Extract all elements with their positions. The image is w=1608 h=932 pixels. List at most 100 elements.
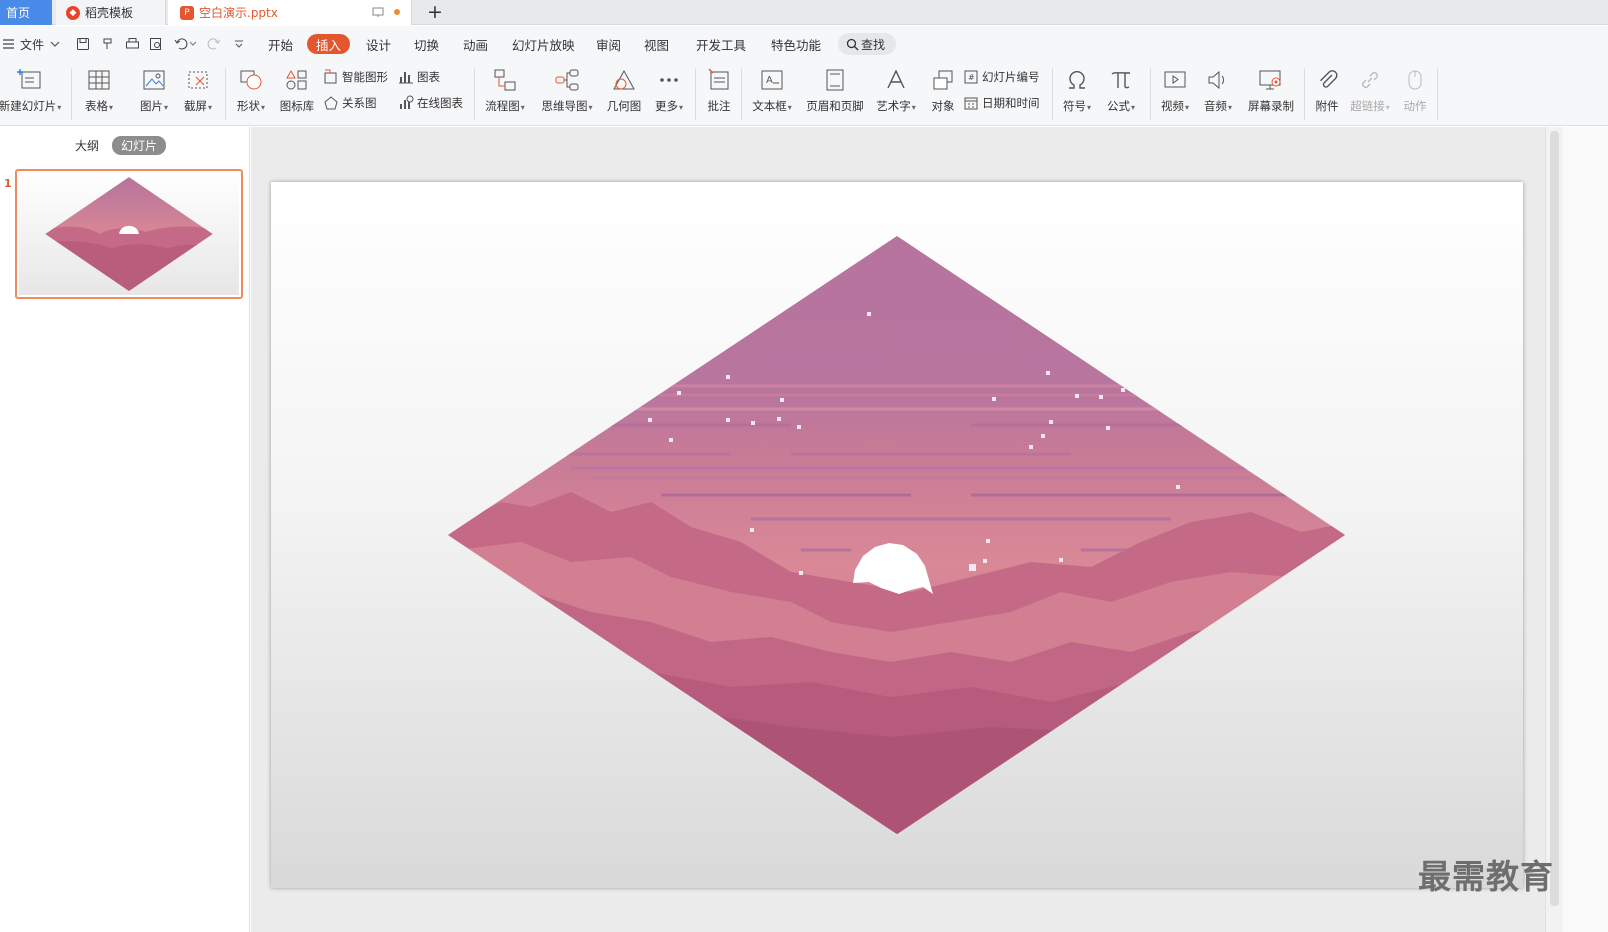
action-button[interactable]: 动作 [1398, 66, 1432, 122]
slide-thumbnail[interactable] [15, 169, 243, 299]
geometry-label: 几何图 [606, 99, 642, 113]
tab-insert[interactable]: 插入 [307, 34, 351, 54]
chevron-down-icon [50, 41, 60, 47]
tab-template[interactable]: ◆ 稻壳模板 [56, 0, 166, 25]
table-icon [85, 66, 113, 94]
scrollbar-thumb[interactable] [1550, 131, 1559, 906]
shape-label: 形状 [236, 99, 260, 113]
format-painter-icon[interactable] [99, 35, 117, 53]
header-footer-label: 页眉和页脚 [806, 99, 864, 113]
new-slide-button[interactable]: 新建幻灯片▾ [0, 66, 64, 122]
relation-chart-button[interactable]: 关系图 [323, 93, 377, 113]
tab-animation[interactable]: 动画 [454, 34, 497, 54]
slides-tab[interactable]: 幻灯片 [112, 136, 167, 155]
shape-button[interactable]: 形状▾ [232, 66, 270, 122]
icon-library-button[interactable]: 图标库 [277, 66, 317, 122]
more-icon [655, 66, 683, 94]
geometry-button[interactable]: 几何图 [603, 66, 645, 122]
tab-review[interactable]: 审阅 [587, 34, 630, 54]
textbox-label: 文本框 [752, 99, 787, 113]
save-icon[interactable] [74, 35, 92, 53]
flowchart-button[interactable]: 流程图▾ [482, 66, 528, 122]
mindmap-button[interactable]: 思维导图▾ [538, 66, 596, 122]
table-label: 表格 [84, 99, 108, 113]
textbox-button[interactable]: A 文本框▾ [749, 66, 795, 122]
diamond-sky-image[interactable] [271, 182, 1523, 888]
slide-number: 1 [4, 177, 12, 190]
video-label: 视频 [1160, 99, 1184, 113]
datetime-button[interactable]: 日期和时间 [963, 93, 1040, 113]
comment-label: 批注 [707, 99, 731, 113]
slide-canvas[interactable] [271, 182, 1523, 888]
tab-template-label: 稻壳模板 [85, 6, 134, 20]
audio-button[interactable]: 音频▾ [1199, 66, 1237, 122]
ribbon-separator [474, 68, 475, 120]
chart-icon [398, 69, 414, 85]
relation-chart-icon [323, 95, 339, 111]
tab-features[interactable]: 特色功能 [762, 34, 830, 54]
picture-button[interactable]: 图片▾ [134, 66, 174, 122]
attachment-label: 附件 [1315, 99, 1339, 113]
svg-text:A: A [766, 75, 773, 86]
smart-shape-label: 智能图形 [342, 70, 388, 84]
screen-record-icon [1257, 66, 1285, 94]
monitor-icon[interactable] [372, 6, 384, 18]
more-button[interactable]: 更多▾ [650, 66, 688, 122]
tab-slideshow[interactable]: 幻灯片放映 [503, 34, 584, 54]
tab-view[interactable]: 视图 [635, 34, 678, 54]
online-chart-button[interactable]: 在线图表 [398, 93, 463, 113]
view-switch: 大纲 幻灯片 [66, 136, 170, 155]
print-icon[interactable] [123, 35, 141, 53]
flowchart-label: 流程图 [485, 99, 520, 113]
tab-transition[interactable]: 切换 [405, 34, 448, 54]
tab-start[interactable]: 开始 [259, 34, 302, 54]
ribbon-separator [1150, 68, 1151, 120]
tab-developer[interactable]: 开发工具 [687, 34, 755, 54]
file-menu-label: 文件 [20, 37, 45, 52]
video-button[interactable]: 视频▾ [1156, 66, 1194, 122]
screen-record-button[interactable]: 屏幕录制 [1245, 66, 1297, 122]
audio-label: 音频 [1203, 99, 1227, 113]
slide-number-icon: # [963, 69, 979, 85]
wordart-button[interactable]: 艺术字▾ [873, 66, 919, 122]
search-label: 查找 [861, 37, 886, 52]
attachment-button[interactable]: 附件 [1310, 66, 1344, 122]
redo-icon[interactable] [205, 35, 223, 53]
tab-design[interactable]: 设计 [357, 34, 400, 54]
header-footer-button[interactable]: 页眉和页脚 [804, 66, 866, 122]
mindmap-icon [553, 66, 581, 94]
chart-label: 图表 [417, 70, 440, 84]
undo-dropdown-icon[interactable] [188, 35, 198, 53]
unsaved-dot-icon [394, 9, 400, 15]
chart-button[interactable]: 图表 [398, 67, 440, 87]
new-tab-button[interactable]: + [424, 1, 446, 23]
slide-number-button[interactable]: # 幻灯片编号 [963, 67, 1040, 87]
icon-library-icon [283, 66, 311, 94]
geometry-icon [610, 66, 638, 94]
comment-button[interactable]: 批注 [702, 66, 736, 122]
screenshot-button[interactable]: 截屏▾ [178, 66, 218, 122]
symbol-button[interactable]: 符号▾ [1058, 66, 1096, 122]
file-menu[interactable]: 文件 [0, 34, 60, 54]
wps-presentation-window: 首页 ◆ 稻壳模板 P 空白演示.pptx + 文件 开始 插入 设计 切换 动… [0, 0, 1608, 932]
hyperlink-button[interactable]: 超链接▾ [1347, 66, 1393, 122]
search-button[interactable]: 查找 [838, 33, 896, 55]
outline-tab[interactable]: 大纲 [66, 136, 108, 155]
tab-home[interactable]: 首页 [0, 0, 52, 25]
speaker-icon [1204, 66, 1232, 94]
object-icon [929, 66, 957, 94]
formula-button[interactable]: 公式▾ [1102, 66, 1140, 122]
mouse-icon [1401, 66, 1429, 94]
picture-icon [140, 66, 168, 94]
tab-document[interactable]: P 空白演示.pptx [168, 0, 412, 25]
screenshot-label: 截屏 [183, 99, 207, 113]
formula-label: 公式 [1106, 99, 1130, 113]
customize-toolbar-icon[interactable] [230, 35, 248, 53]
table-button[interactable]: 表格▾ [80, 66, 118, 122]
object-button[interactable]: 对象 [926, 66, 960, 122]
vertical-scrollbar[interactable] [1545, 127, 1563, 932]
wordart-label: 艺术字 [876, 99, 911, 113]
omega-icon [1063, 66, 1091, 94]
smart-shape-button[interactable]: 智能图形 [323, 67, 388, 87]
print-preview-icon[interactable] [147, 35, 165, 53]
